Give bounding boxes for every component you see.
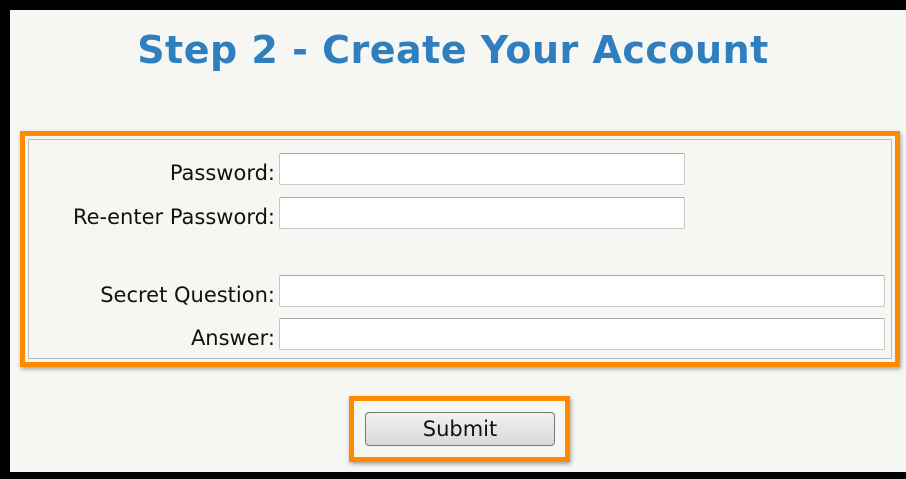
- form-highlight-box: Password: Re-enter Password: Secret Ques…: [20, 131, 900, 367]
- answer-row: Answer:: [29, 318, 891, 354]
- page-frame: Step 2 - Create Your Account Password: R…: [10, 10, 906, 472]
- secret-question-row: Secret Question:: [29, 275, 891, 311]
- reenter-password-row: Re-enter Password:: [29, 197, 891, 233]
- reenter-password-input[interactable]: [279, 197, 685, 229]
- page-title: Step 2 - Create Your Account: [137, 28, 769, 72]
- answer-label: Answer:: [190, 326, 275, 350]
- secret-question-input[interactable]: [279, 275, 885, 307]
- secret-question-label: Secret Question:: [100, 283, 275, 307]
- password-input[interactable]: [279, 153, 685, 185]
- password-label: Password:: [169, 161, 275, 185]
- reenter-password-label: Re-enter Password:: [72, 205, 275, 229]
- password-row: Password:: [29, 153, 891, 189]
- submit-highlight-box: Submit: [349, 396, 570, 462]
- account-form: Password: Re-enter Password: Secret Ques…: [28, 139, 892, 359]
- submit-button[interactable]: Submit: [365, 412, 555, 446]
- answer-input[interactable]: [279, 318, 885, 350]
